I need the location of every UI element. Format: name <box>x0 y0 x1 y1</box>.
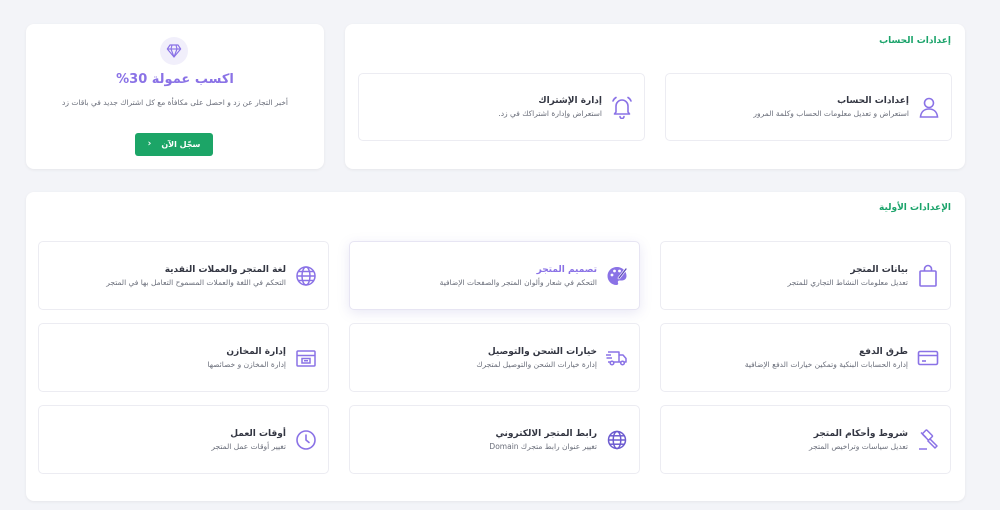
credit-card-icon <box>916 346 940 370</box>
promo-description: أخبر التجار عن زد و احصل على مكافأة مع ك… <box>62 98 288 107</box>
tile-payment-methods[interactable]: طرق الدفع إدارة الحسابات البنكية وتمكين … <box>660 323 951 392</box>
tile-text: شروط وأحكام المتجر تعديل سياسات وتراخيص … <box>809 427 908 453</box>
user-icon <box>917 95 941 119</box>
tile-text: رابط المتجر الالكتروني تغيير عنوان رابط … <box>489 427 597 453</box>
palette-icon <box>605 264 629 288</box>
bell-icon <box>610 95 634 119</box>
tile-text: إدارة المخازن إدارة المخازن و خصائصها <box>207 345 286 371</box>
tile-text: لغة المتجر والعملات النقدية التحكم في ال… <box>106 263 286 289</box>
tile-title: بيانات المتجر <box>850 264 908 275</box>
tile-subscription[interactable]: إدارة الإشتراك استعراض وإدارة اشتراكك في… <box>358 73 645 141</box>
chevron-left-icon: ‹ <box>147 139 152 149</box>
shopping-bag-icon <box>916 264 940 288</box>
tile-store-language-currencies[interactable]: لغة المتجر والعملات النقدية التحكم في ال… <box>38 241 329 310</box>
tile-title: شروط وأحكام المتجر <box>813 428 908 439</box>
tile-description: تعديل سياسات وتراخيص المتجر <box>809 441 908 451</box>
clock-icon <box>294 428 318 452</box>
tile-store-data[interactable]: بيانات المتجر تعديل معلومات النشاط التجا… <box>660 241 951 310</box>
tile-text: أوقات العمل تغيير أوقات عمل المتجر <box>211 427 286 453</box>
gavel-icon <box>916 428 940 452</box>
tile-title: خيارات الشحن والتوصيل <box>487 346 597 357</box>
tile-title: رابط المتجر الالكتروني <box>495 428 597 439</box>
tile-description: إدارة الحسابات البنكية وتمكين خيارات الد… <box>744 359 908 369</box>
tile-text: تصميم المتجر التحكم في شعار وألوان المتج… <box>440 263 597 289</box>
register-now-label: سجّل الآن <box>161 140 201 149</box>
tile-store-link[interactable]: رابط المتجر الالكتروني تغيير عنوان رابط … <box>349 405 640 474</box>
tile-description: تعديل معلومات النشاط التجاري للمتجر <box>787 277 908 287</box>
tile-description: إدارة خيارات الشحن والتوصيل لمتجرك <box>476 359 597 369</box>
tile-store-design[interactable]: تصميم المتجر التحكم في شعار وألوان المتج… <box>349 241 640 310</box>
initial-settings-title: الإعدادات الأولية <box>879 203 951 213</box>
tile-working-hours[interactable]: أوقات العمل تغيير أوقات عمل المتجر <box>38 405 329 474</box>
tile-description: تغيير عنوان رابط متجرك Domain <box>489 441 597 451</box>
tile-account-settings[interactable]: إعدادات الحساب استعراض و تعديل معلومات ا… <box>665 73 952 141</box>
tile-description: استعراض وإدارة اشتراكك في زد. <box>498 109 602 118</box>
delivery-truck-icon <box>605 346 629 370</box>
tile-description: إدارة المخازن و خصائصها <box>207 359 286 369</box>
tile-terms-conditions[interactable]: شروط وأحكام المتجر تعديل سياسات وتراخيص … <box>660 405 951 474</box>
globe-icon <box>294 264 318 288</box>
tile-text: بيانات المتجر تعديل معلومات النشاط التجا… <box>788 263 908 289</box>
account-settings-title: إعدادات الحساب <box>879 36 951 46</box>
account-settings-card: إعدادات الحساب إعدادات الحساب استعراض و … <box>345 24 965 169</box>
tile-title: لغة المتجر والعملات النقدية <box>164 264 286 275</box>
commission-promo-card: اكسب عمولة 30% أخبر التجار عن زد و احصل … <box>26 24 324 169</box>
tile-description: التحكم في اللغة والعملات المسموح التعامل… <box>106 277 286 287</box>
register-now-button[interactable]: سجّل الآن ‹ <box>135 133 213 156</box>
tile-shipping-options[interactable]: خيارات الشحن والتوصيل إدارة خيارات الشحن… <box>349 323 640 392</box>
initial-settings-card: الإعدادات الأولية بيانات المتجر تعديل مع… <box>26 192 965 501</box>
tile-text: خيارات الشحن والتوصيل إدارة خيارات الشحن… <box>476 345 597 371</box>
world-link-icon <box>605 428 629 452</box>
tile-title: إدارة المخازن <box>226 346 286 357</box>
tile-title: إدارة الإشتراك <box>538 96 602 106</box>
tile-title: إعدادات الحساب <box>837 96 909 106</box>
tile-title: تصميم المتجر <box>536 264 597 275</box>
promo-title: اكسب عمولة 30% <box>116 72 234 87</box>
tile-title: أوقات العمل <box>230 428 286 439</box>
tile-text: إدارة الإشتراك استعراض وإدارة اشتراكك في… <box>498 94 602 120</box>
warehouse-box-icon <box>294 346 318 370</box>
tile-description: استعراض و تعديل معلومات الحساب وكلمة الم… <box>753 109 909 118</box>
tile-description: تغيير أوقات عمل المتجر <box>211 441 286 451</box>
tile-warehouses[interactable]: إدارة المخازن إدارة المخازن و خصائصها <box>38 323 329 392</box>
tile-title: طرق الدفع <box>859 346 908 357</box>
tile-text: طرق الدفع إدارة الحسابات البنكية وتمكين … <box>745 345 908 371</box>
tile-description: التحكم في شعار وألوان المتجر والصفحات ال… <box>439 277 597 287</box>
tile-text: إعدادات الحساب استعراض و تعديل معلومات ا… <box>753 94 909 120</box>
diamond-icon <box>160 37 188 65</box>
